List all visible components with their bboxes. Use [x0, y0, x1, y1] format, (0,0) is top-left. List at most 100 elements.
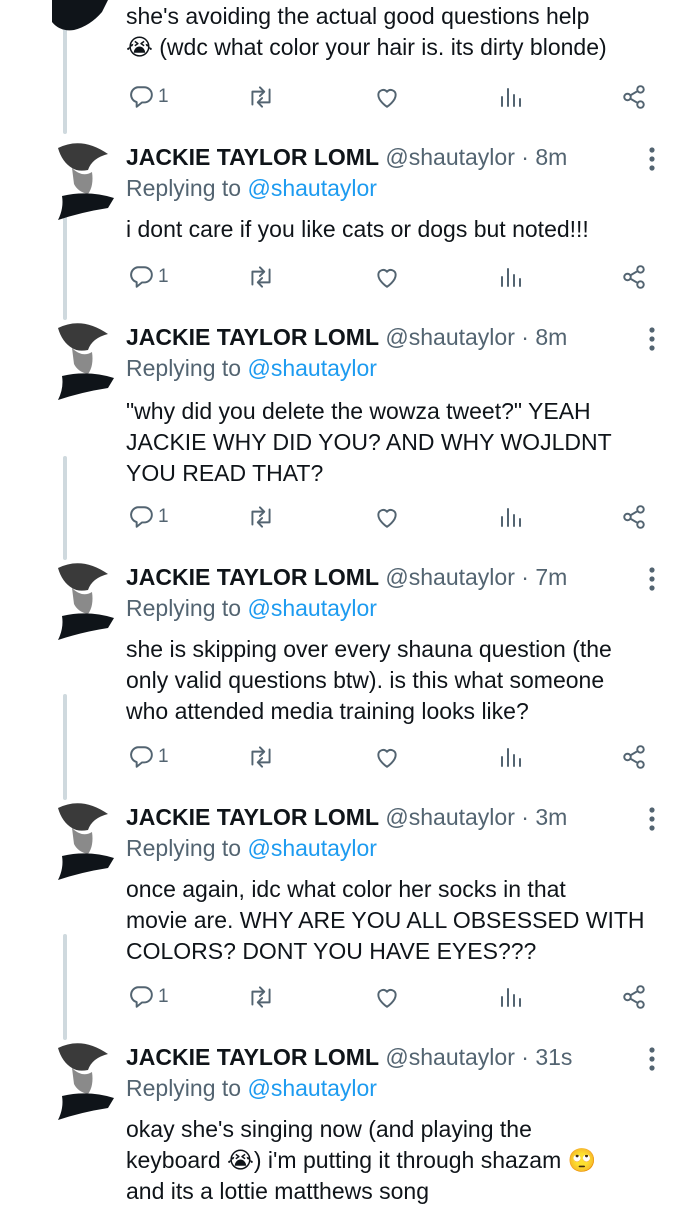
tweet-time[interactable]: 8m	[535, 324, 567, 350]
tweet-text-line: 😭 (wdc what color your hair is. its dirt…	[126, 34, 607, 60]
replying-to-mention[interactable]: @shautaylor	[247, 835, 376, 861]
tweet-actions: 1	[0, 260, 690, 294]
tweet-text: "why did you delete the wowza tweet?" YE…	[126, 396, 671, 489]
tweet[interactable]: JACKIE TAYLOR LOML @shautaylor · 31s Rep…	[0, 1042, 690, 1204]
tweet[interactable]: JACKIE TAYLOR LOML @shautaylor · 8m Repl…	[0, 142, 690, 312]
retweet-icon	[251, 986, 271, 1008]
views-button[interactable]	[498, 500, 522, 534]
tweet[interactable]: JACKIE TAYLOR LOML @shautaylor · 7m Repl…	[0, 562, 690, 792]
retweet-button[interactable]	[246, 980, 276, 1014]
like-button[interactable]	[373, 260, 401, 294]
tweet-text-line: COLORS? DONT YOU HAVE EYES???	[126, 938, 537, 964]
tweet-header: JACKIE TAYLOR LOML @shautaylor · 3m	[126, 802, 567, 832]
replying-prefix: Replying to	[126, 1075, 242, 1101]
author-handle[interactable]: @shautaylor	[385, 324, 514, 350]
author-handle[interactable]: @shautaylor	[385, 144, 514, 170]
reply-count: 1	[158, 986, 169, 1007]
reply-button[interactable]: 1	[128, 500, 169, 534]
tweet-text: okay she's singing now (and playing the …	[126, 1114, 671, 1207]
more-options-icon[interactable]	[640, 804, 664, 834]
tweet-text: i dont care if you like cats or dogs but…	[126, 214, 671, 245]
more-options-icon[interactable]	[640, 324, 664, 354]
reply-icon	[130, 506, 153, 528]
author-name[interactable]: JACKIE TAYLOR LOML	[126, 324, 379, 350]
tweet-text: once again, idc what color her socks in …	[126, 874, 671, 967]
replying-prefix: Replying to	[126, 175, 242, 201]
tweet-text-line: and its a lottie matthews song	[126, 1178, 429, 1204]
tweet-text-line: movie are. WHY ARE YOU ALL OBSESSED WITH	[126, 907, 645, 933]
share-icon	[623, 265, 645, 289]
reply-count: 1	[158, 266, 169, 287]
tweet-time[interactable]: 8m	[535, 144, 567, 170]
avatar-icon[interactable]	[48, 1042, 116, 1122]
author-name[interactable]: JACKIE TAYLOR LOML	[126, 144, 379, 170]
author-handle[interactable]: @shautaylor	[385, 1044, 514, 1070]
views-button[interactable]	[498, 80, 522, 114]
reply-icon	[130, 266, 153, 288]
tweet-text-line: once again, idc what color her socks in …	[126, 876, 566, 902]
views-button[interactable]	[498, 980, 522, 1014]
replying-to: Replying to @shautaylor	[126, 173, 377, 203]
avatar-icon[interactable]	[48, 562, 116, 642]
retweet-button[interactable]	[246, 80, 276, 114]
tweet-text-line: "why did you delete the wowza tweet?" YE…	[126, 398, 591, 424]
retweet-icon	[251, 86, 271, 108]
tweet-time[interactable]: 7m	[535, 564, 567, 590]
replying-to-mention[interactable]: @shautaylor	[247, 595, 376, 621]
views-button[interactable]	[498, 260, 522, 294]
share-button[interactable]	[620, 260, 648, 294]
tweet-actions: 1	[0, 980, 690, 1014]
replying-prefix: Replying to	[126, 355, 242, 381]
reply-count: 1	[158, 506, 169, 527]
retweet-icon	[251, 746, 271, 768]
tweet[interactable]: JACKIE TAYLOR LOML @shautaylor · 8m Repl…	[0, 322, 690, 552]
views-button[interactable]	[498, 740, 522, 774]
like-button[interactable]	[373, 80, 401, 114]
author-handle[interactable]: @shautaylor	[385, 804, 514, 830]
share-button[interactable]	[620, 980, 648, 1014]
author-name[interactable]: JACKIE TAYLOR LOML	[126, 1044, 379, 1070]
author-handle[interactable]: @shautaylor	[385, 564, 514, 590]
retweet-icon	[251, 266, 271, 288]
tweet-text-line: okay she's singing now (and playing the	[126, 1116, 532, 1142]
replying-to-mention[interactable]: @shautaylor	[247, 355, 376, 381]
retweet-button[interactable]	[246, 260, 276, 294]
tweet-time[interactable]: 3m	[535, 804, 567, 830]
share-button[interactable]	[620, 500, 648, 534]
author-name[interactable]: JACKIE TAYLOR LOML	[126, 564, 379, 590]
avatar-icon[interactable]	[48, 322, 116, 402]
tweet-text: she's avoiding the actual good questions…	[126, 1, 671, 63]
replying-to-mention[interactable]: @shautaylor	[247, 1075, 376, 1101]
retweet-button[interactable]	[246, 740, 276, 774]
reply-button[interactable]: 1	[128, 260, 169, 294]
tweet-text-line: YOU READ THAT?	[126, 460, 324, 486]
more-options-icon[interactable]	[640, 144, 664, 174]
tweet-header: JACKIE TAYLOR LOML @shautaylor · 8m	[126, 142, 567, 172]
tweet[interactable]: JACKIE TAYLOR LOML @shautaylor · 3m Repl…	[0, 802, 690, 1032]
reply-icon	[130, 86, 153, 108]
reply-button[interactable]: 1	[128, 80, 169, 114]
avatar-icon[interactable]	[48, 142, 116, 222]
share-icon	[623, 505, 645, 529]
tweet-actions: 1	[0, 80, 690, 114]
reply-button[interactable]: 1	[128, 980, 169, 1014]
reply-count: 1	[158, 86, 169, 107]
reply-button[interactable]: 1	[128, 740, 169, 774]
share-button[interactable]	[620, 740, 648, 774]
like-button[interactable]	[373, 740, 401, 774]
analytics-icon	[501, 748, 521, 767]
retweet-button[interactable]	[246, 500, 276, 534]
separator-dot: ·	[521, 804, 529, 830]
avatar-icon[interactable]	[50, 0, 110, 34]
avatar-icon[interactable]	[48, 802, 116, 882]
like-button[interactable]	[373, 980, 401, 1014]
author-name[interactable]: JACKIE TAYLOR LOML	[126, 804, 379, 830]
like-button[interactable]	[373, 500, 401, 534]
share-button[interactable]	[620, 80, 648, 114]
tweet-text: she is skipping over every shauna questi…	[126, 634, 671, 727]
more-options-icon[interactable]	[640, 1044, 664, 1074]
replying-to-mention[interactable]: @shautaylor	[247, 175, 376, 201]
replying-to: Replying to @shautaylor	[126, 1073, 377, 1103]
more-options-icon[interactable]	[640, 564, 664, 594]
tweet-time[interactable]: 31s	[535, 1044, 572, 1070]
